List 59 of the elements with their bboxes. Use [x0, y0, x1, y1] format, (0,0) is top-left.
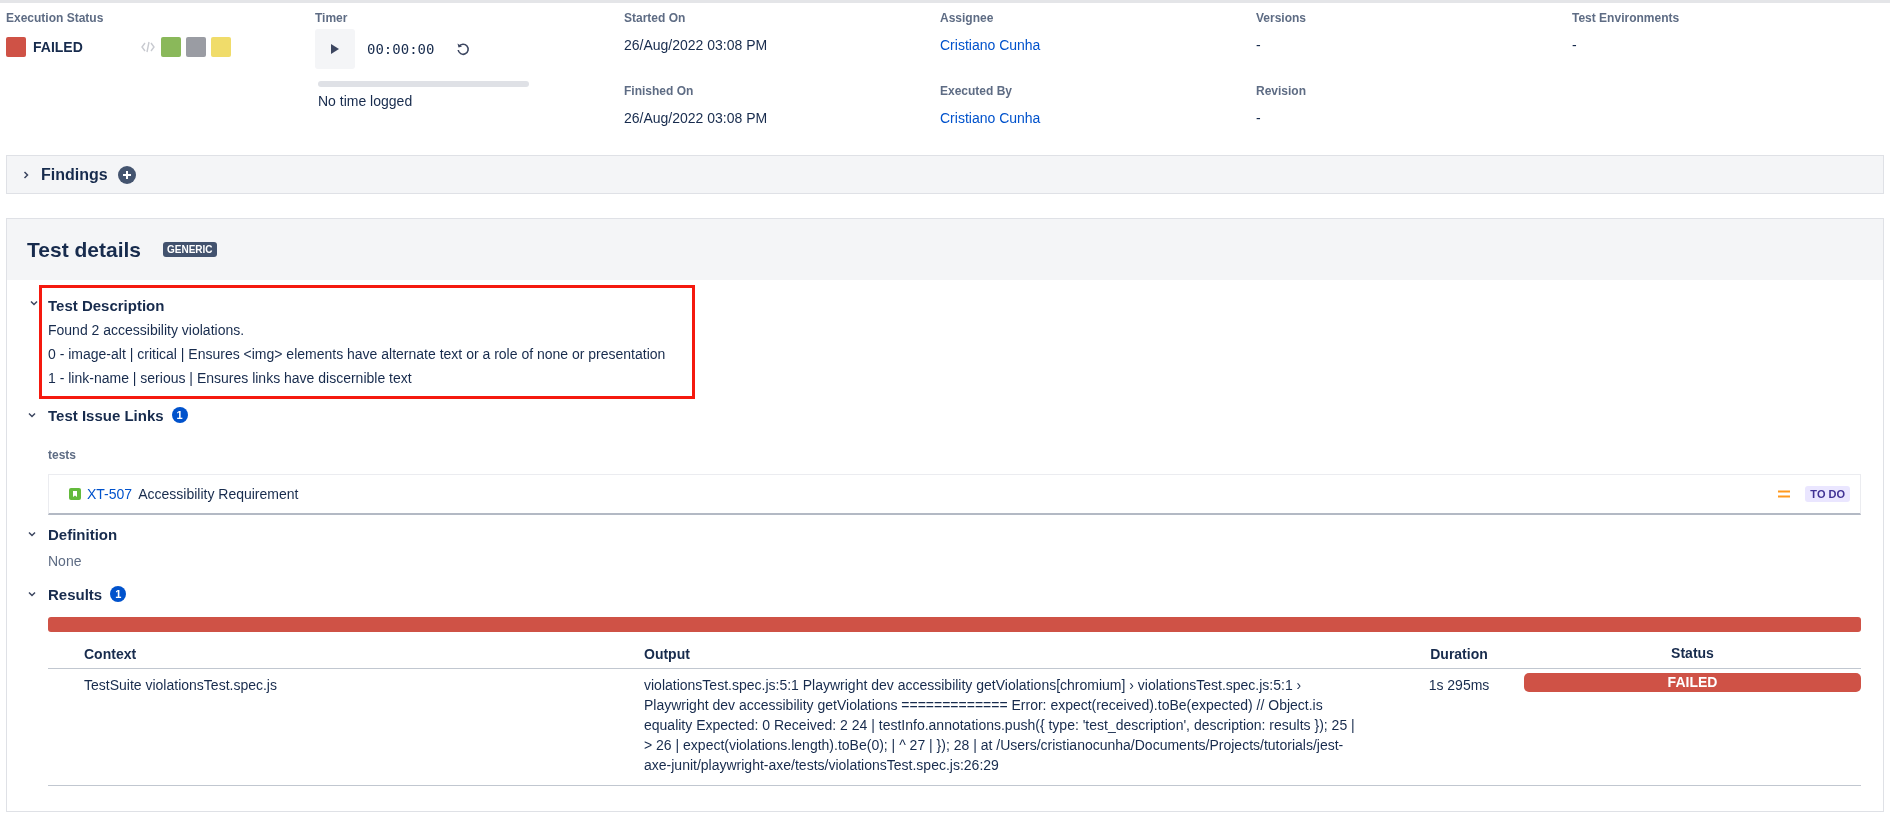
section-title: Test Issue Links [48, 406, 164, 424]
issue-key-link[interactable]: XT-507 [87, 486, 133, 502]
field-label: Versions [1256, 11, 1308, 27]
description-line: 0 - image-alt | critical | Ensures <img> elements have alternate text or a role of none or presentation [48, 345, 667, 364]
field-label: Started On [624, 11, 687, 27]
section-title: Definition [48, 525, 118, 543]
linked-issue-row[interactable]: XT-507 Accessibility Requirement TO DO [48, 474, 1861, 515]
column-header: Output [644, 640, 1394, 669]
field-label: Timer [315, 11, 349, 27]
panel-title: Test details [27, 237, 141, 262]
description-line: Found 2 accessibility violations. [48, 321, 246, 340]
table-cell: 1s 295ms [1394, 668, 1524, 786]
play-icon [330, 43, 340, 55]
status-lozenge: TO DO [1805, 486, 1850, 502]
table-cell: violationsTest.spec.js:5:1 Playwright dev accessibility getViolations[chromium] › violationsTest.spec.js:5:1 › Playwright dev accessibility getViolations ============= Error: expect(received).toBe(expected) // Object.is equality Expected: 0 Received: 2 24 | testInfo.annotations.push({ type: 'test_description', description: results }); 25 | > 26 | expect(violations.length).toBe(0); | ^ 27 | }); 28 | at /Users/cristianocunha/Documents/Projects/tutorials/jest-axe-junit/playwright-axe/tests/violationsTest.spec.js:26:29 [644, 668, 1394, 786]
column-header: Context [48, 640, 644, 669]
time-logged-text: No time logged [318, 93, 414, 109]
status-lozenge: FAILED [1524, 673, 1861, 692]
chevron-icon[interactable] [29, 298, 39, 308]
section-title: Results [48, 585, 103, 603]
field-label: Execution Status [6, 11, 105, 27]
user-link[interactable]: Cristiano Cunha [940, 37, 1256, 57]
field-label: Executed By [940, 84, 1014, 100]
section-title: Test Description [48, 296, 165, 314]
link-type-label: tests [48, 447, 77, 464]
field-value: - [1256, 110, 1262, 128]
field-value: 26/Aug/2022 03:08 PM [624, 110, 769, 128]
medium-priority-icon [1777, 489, 1792, 499]
chevron-icon[interactable] [27, 410, 37, 420]
status-option-swatch[interactable] [161, 37, 181, 57]
field-value: - [1256, 37, 1262, 55]
column-header: Duration [1394, 640, 1524, 669]
field-label: Assignee [940, 11, 995, 27]
chevron-icon[interactable] [27, 529, 37, 539]
definition-value: None [48, 552, 83, 571]
column-header: Status [1524, 640, 1861, 669]
bookmark-icon [69, 488, 81, 500]
field-value: - [1572, 37, 1578, 55]
user-link[interactable]: Cristiano Cunha [940, 110, 1256, 130]
findings-title[interactable]: Findings [41, 165, 108, 184]
play-button[interactable] [315, 29, 355, 69]
status-option-swatch[interactable] [211, 37, 231, 57]
chevron-icon[interactable] [21, 169, 31, 180]
add-icon[interactable] [117, 165, 136, 184]
chevron-icon[interactable] [27, 589, 37, 599]
issue-summary: Accessibility Requirement [138, 486, 300, 502]
count-badge: 1 [110, 586, 127, 602]
reset-icon[interactable] [456, 42, 471, 56]
field-label: Finished On [624, 84, 695, 100]
count-badge: 1 [171, 407, 188, 423]
field-label: Test Environments [1572, 11, 1681, 27]
execution-status-value: FAILED [33, 39, 84, 55]
status-option-swatch[interactable] [186, 37, 206, 57]
test-type-badge: GENERIC [163, 242, 217, 257]
field-value: 26/Aug/2022 03:08 PM [624, 37, 769, 55]
table-cell: TestSuite violationsTest.spec.js [48, 668, 644, 786]
timer-value: 00:00:00 [367, 41, 435, 57]
description-line: 1 - link-name | serious | Ensures links have discernible text [48, 369, 413, 388]
field-label: Revision [1256, 84, 1307, 100]
